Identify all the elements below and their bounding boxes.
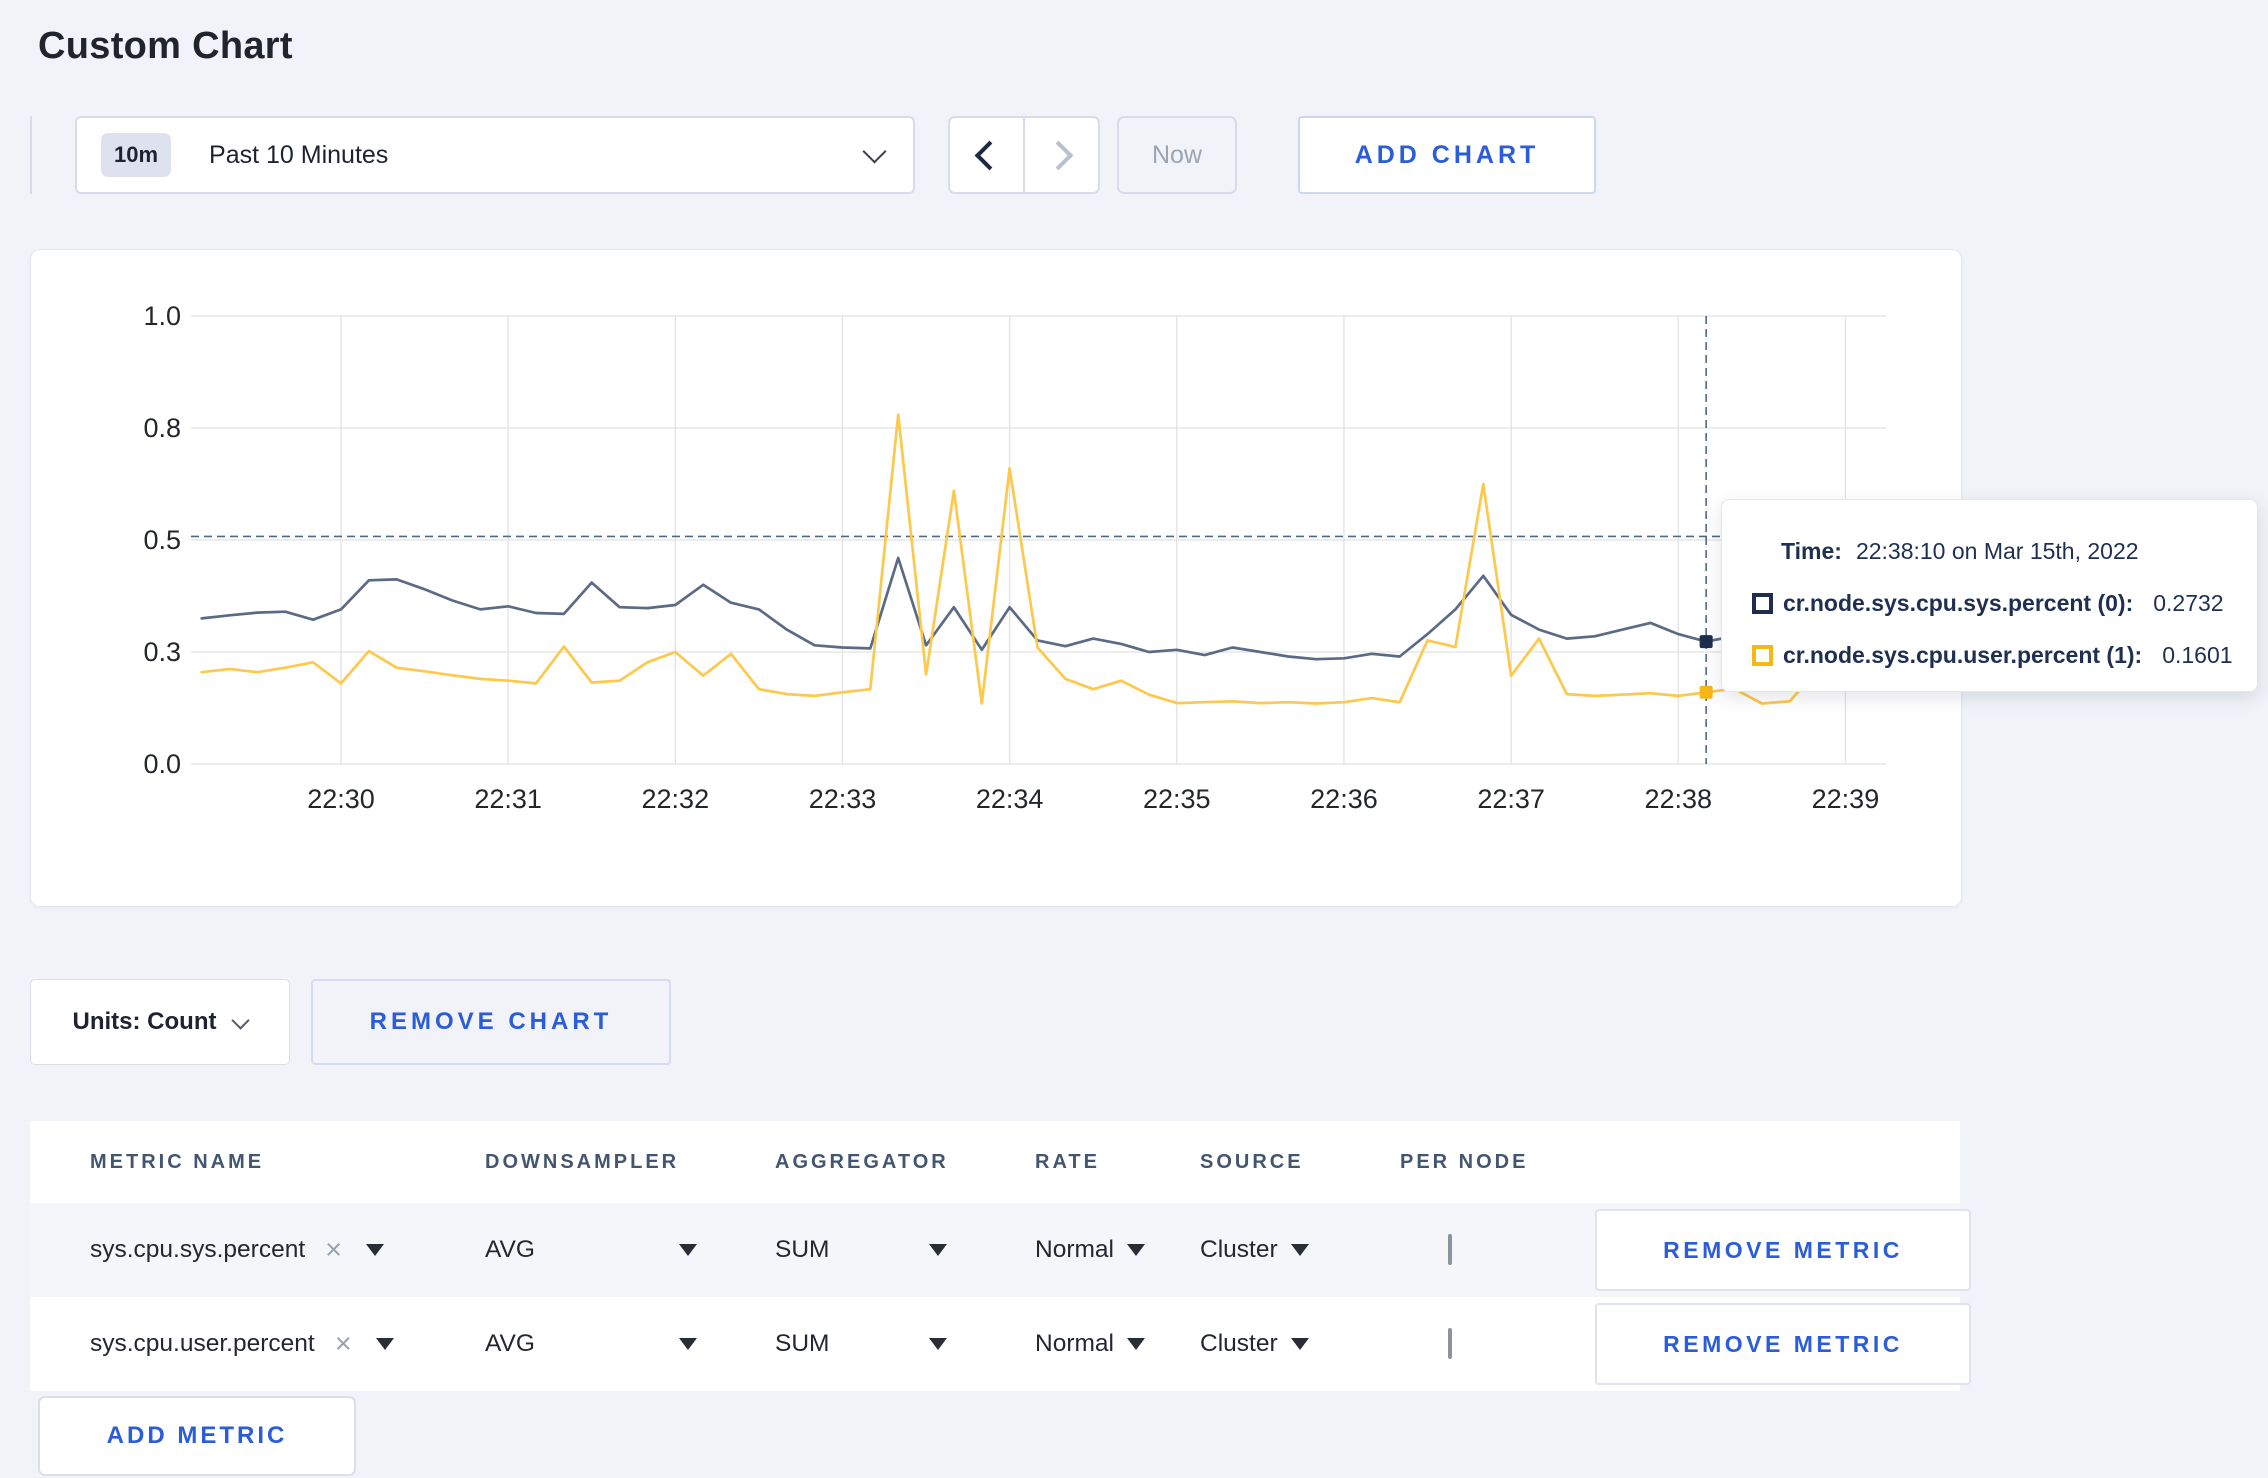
table-row: sys.cpu.sys.percent × AVG SUM Normal Clu…: [30, 1203, 1971, 1297]
svg-text:0.3: 0.3: [143, 637, 181, 667]
dropdown-caret-icon[interactable]: [366, 1244, 385, 1256]
downsampler-select[interactable]: AVG: [485, 1330, 775, 1358]
tooltip-time-label: Time:: [1781, 538, 1842, 564]
svg-text:22:37: 22:37: [1477, 784, 1545, 814]
downsampler-value: AVG: [485, 1236, 535, 1263]
svg-text:0.0: 0.0: [143, 749, 181, 779]
tooltip-series-value: 0.1601: [2162, 642, 2233, 668]
chevron-left-icon: [974, 140, 1005, 170]
source-select[interactable]: Cluster: [1200, 1236, 1400, 1264]
source-value: Cluster: [1200, 1236, 1278, 1263]
chart-tooltip: Time: 22:38:10 on Mar 15th, 2022 cr.node…: [1721, 499, 2258, 692]
tooltip-series-row: cr.node.sys.cpu.user.percent (1): 0.1601: [1752, 642, 2233, 669]
time-range-label: Past 10 Minutes: [209, 140, 389, 169]
dropdown-caret-icon: [679, 1338, 697, 1350]
clear-metric-icon[interactable]: ×: [335, 1329, 352, 1359]
prev-time-button[interactable]: [950, 118, 1023, 192]
downsampler-value: AVG: [485, 1330, 535, 1357]
tooltip-time-row: Time: 22:38:10 on Mar 15th, 2022: [1781, 538, 2229, 565]
per-node-cell: [1400, 1234, 1595, 1265]
add-metric-button[interactable]: ADD METRIC: [38, 1396, 356, 1476]
per-node-cell: [1400, 1328, 1595, 1359]
svg-text:0.8: 0.8: [143, 413, 181, 443]
tooltip-series-value: 0.2732: [2153, 590, 2224, 616]
table-row: sys.cpu.user.percent × AVG SUM Normal Cl…: [30, 1297, 1971, 1391]
chart-card: 0.0 0.3 0.5 0.8 1.0 22:30 22:31 22:32 22:33 22:34…: [30, 249, 1962, 907]
metrics-chart[interactable]: 0.0 0.3 0.5 0.8 1.0 22:30 22:31 22:32 22:33 22:34…: [31, 250, 1959, 904]
remove-metric-button[interactable]: REMOVE METRIC: [1595, 1209, 1971, 1291]
chevron-down-icon: [231, 1010, 251, 1030]
svg-text:22:31: 22:31: [474, 784, 542, 814]
dropdown-caret-icon: [1290, 1338, 1309, 1350]
toolbar-divider: [30, 116, 32, 194]
aggregator-value: SUM: [775, 1236, 830, 1263]
metric-name-value: sys.cpu.user.percent: [90, 1330, 315, 1357]
svg-text:22:35: 22:35: [1143, 784, 1211, 814]
chart-footer-controls: Units: Count REMOVE CHART: [30, 979, 671, 1065]
dropdown-caret-icon: [679, 1244, 697, 1256]
header-aggregator: AGGREGATOR: [775, 1150, 949, 1173]
per-node-checkbox[interactable]: [1448, 1328, 1452, 1359]
units-label: Units: Count: [72, 1008, 217, 1035]
remove-metric-button[interactable]: REMOVE METRIC: [1595, 1303, 1971, 1385]
rate-select[interactable]: Normal: [1035, 1330, 1200, 1358]
remove-chart-button[interactable]: REMOVE CHART: [311, 979, 671, 1065]
header-per-node: PER NODE: [1400, 1150, 1529, 1173]
time-range-badge: 10m: [101, 133, 172, 177]
tooltip-series-label: cr.node.sys.cpu.user.percent (1):: [1783, 642, 2143, 668]
aggregator-select[interactable]: SUM: [775, 1330, 1035, 1358]
time-toolbar: 10m Past 10 Minutes Now ADD CHART: [30, 116, 1596, 194]
units-select[interactable]: Units: Count: [30, 979, 290, 1065]
tooltip-series-row: cr.node.sys.cpu.sys.percent (0): 0.2732: [1752, 590, 2229, 617]
svg-text:1.0: 1.0: [143, 301, 181, 331]
dropdown-caret-icon: [1126, 1338, 1145, 1350]
svg-text:22:38: 22:38: [1644, 784, 1712, 814]
svg-text:0.5: 0.5: [143, 525, 181, 555]
aggregator-select[interactable]: SUM: [775, 1236, 1035, 1264]
rate-value: Normal: [1035, 1236, 1114, 1263]
dropdown-caret-icon: [1126, 1244, 1145, 1256]
now-button[interactable]: Now: [1117, 116, 1237, 194]
aggregator-value: SUM: [775, 1330, 830, 1357]
dropdown-caret-icon: [929, 1244, 947, 1256]
header-rate: RATE: [1035, 1150, 1100, 1173]
dropdown-caret-icon[interactable]: [375, 1338, 394, 1350]
header-downsampler: DOWNSAMPLER: [485, 1150, 680, 1173]
chevron-right-icon: [1043, 140, 1074, 170]
chevron-down-icon: [862, 139, 887, 164]
tooltip-series-label: cr.node.sys.cpu.sys.percent (0):: [1783, 590, 2134, 616]
sys-percent-swatch-icon: [1752, 593, 1773, 614]
metric-name-cell[interactable]: sys.cpu.user.percent ×: [90, 1329, 485, 1359]
time-range-select[interactable]: 10m Past 10 Minutes: [75, 116, 915, 194]
add-chart-button[interactable]: ADD CHART: [1298, 116, 1596, 194]
metric-name-value: sys.cpu.sys.percent: [90, 1236, 306, 1263]
header-source: SOURCE: [1200, 1150, 1304, 1173]
svg-text:22:39: 22:39: [1812, 784, 1880, 814]
source-select[interactable]: Cluster: [1200, 1330, 1400, 1358]
svg-text:22:30: 22:30: [307, 784, 375, 814]
dropdown-caret-icon: [929, 1338, 947, 1350]
user-percent-swatch-icon: [1752, 645, 1773, 666]
metrics-table-header: METRIC NAME DOWNSAMPLER AGGREGATOR RATE …: [30, 1121, 1960, 1203]
next-time-button[interactable]: [1023, 118, 1098, 192]
rate-value: Normal: [1035, 1330, 1114, 1357]
svg-text:22:36: 22:36: [1310, 784, 1378, 814]
clear-metric-icon[interactable]: ×: [325, 1235, 342, 1265]
header-metric-name: METRIC NAME: [90, 1150, 265, 1173]
downsampler-select[interactable]: AVG: [485, 1236, 775, 1264]
source-value: Cluster: [1200, 1330, 1278, 1357]
page-title: Custom Chart: [38, 25, 293, 68]
svg-text:22:34: 22:34: [976, 784, 1044, 814]
svg-text:22:33: 22:33: [809, 784, 877, 814]
tooltip-time-value: 22:38:10 on Mar 15th, 2022: [1855, 538, 2139, 564]
metric-name-cell[interactable]: sys.cpu.sys.percent ×: [90, 1235, 485, 1265]
time-pager: [948, 116, 1100, 194]
dropdown-caret-icon: [1290, 1244, 1309, 1256]
per-node-checkbox[interactable]: [1448, 1234, 1452, 1265]
svg-text:22:32: 22:32: [642, 784, 710, 814]
metrics-table: METRIC NAME DOWNSAMPLER AGGREGATOR RATE …: [30, 1121, 1971, 1391]
rate-select[interactable]: Normal: [1035, 1236, 1200, 1264]
